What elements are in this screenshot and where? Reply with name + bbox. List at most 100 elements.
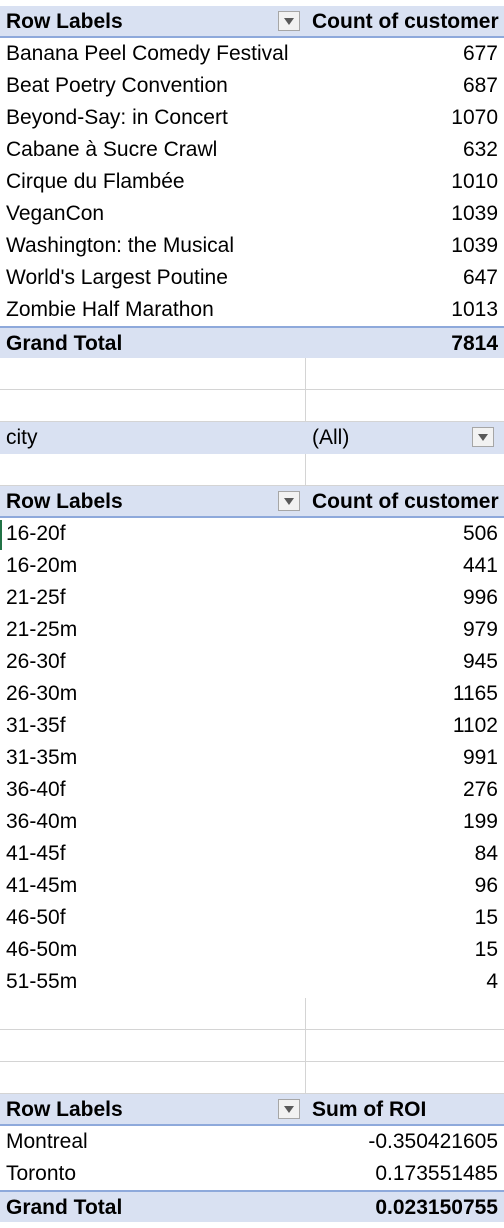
table-row[interactable]: 16-20m 441 bbox=[0, 550, 504, 582]
city-filter-dropdown-icon[interactable] bbox=[472, 427, 494, 447]
row-value-cell[interactable]: 632 bbox=[306, 134, 504, 166]
row-label-cell[interactable]: 46-50m bbox=[0, 934, 306, 966]
empty-cell[interactable] bbox=[306, 358, 504, 390]
table-row[interactable]: VeganCon 1039 bbox=[0, 198, 504, 230]
table-row[interactable]: 46-50m 15 bbox=[0, 934, 504, 966]
row-label-cell[interactable]: 21-25f bbox=[0, 582, 306, 614]
row-label-cell[interactable]: Beat Poetry Convention bbox=[0, 70, 306, 102]
row-label-cell[interactable]: 26-30m bbox=[0, 678, 306, 710]
table-row[interactable]: Banana Peel Comedy Festival 677 bbox=[0, 38, 504, 70]
row-value-cell[interactable]: 991 bbox=[306, 742, 504, 774]
row-label-cell[interactable]: 31-35m bbox=[0, 742, 306, 774]
row-value-cell[interactable]: 84 bbox=[306, 838, 504, 870]
pivot1-row-labels-header[interactable]: Row Labels bbox=[0, 6, 306, 38]
empty-cell[interactable] bbox=[0, 1062, 306, 1094]
empty-cell[interactable] bbox=[306, 998, 504, 1030]
row-value-cell[interactable]: 0.173551485 bbox=[306, 1158, 504, 1190]
empty-cell[interactable] bbox=[0, 1030, 306, 1062]
row-label-cell[interactable]: Montreal bbox=[0, 1126, 306, 1158]
empty-row[interactable] bbox=[0, 390, 504, 422]
row-value-cell[interactable]: 15 bbox=[306, 934, 504, 966]
table-row[interactable]: Cabane à Sucre Crawl 632 bbox=[0, 134, 504, 166]
row-value-cell[interactable]: 677 bbox=[306, 38, 504, 70]
table-row[interactable]: Beyond-Say: in Concert 1070 bbox=[0, 102, 504, 134]
row-label-cell[interactable]: Washington: the Musical bbox=[0, 230, 306, 262]
pivot3-value-header[interactable]: Sum of ROI bbox=[306, 1094, 504, 1126]
row-value-cell[interactable]: 441 bbox=[306, 550, 504, 582]
pivot1-filter-dropdown-icon[interactable] bbox=[278, 11, 300, 31]
row-value-cell[interactable]: 1039 bbox=[306, 230, 504, 262]
pivot2-filter-dropdown-icon[interactable] bbox=[278, 491, 300, 511]
empty-row[interactable] bbox=[0, 454, 504, 486]
table-row[interactable]: Cirque du Flambée 1010 bbox=[0, 166, 504, 198]
row-value-cell[interactable]: 96 bbox=[306, 870, 504, 902]
row-value-cell[interactable]: 1039 bbox=[306, 198, 504, 230]
empty-row[interactable] bbox=[0, 998, 504, 1030]
row-label-cell[interactable]: 36-40f bbox=[0, 774, 306, 806]
empty-cell[interactable] bbox=[0, 998, 306, 1030]
row-label-cell[interactable]: 41-45f bbox=[0, 838, 306, 870]
empty-cell[interactable] bbox=[0, 454, 306, 486]
empty-row[interactable] bbox=[0, 1062, 504, 1094]
table-row[interactable]: 36-40m 199 bbox=[0, 806, 504, 838]
row-label-cell[interactable]: 16-20m bbox=[0, 550, 306, 582]
row-value-cell[interactable]: 1070 bbox=[306, 102, 504, 134]
row-label-cell[interactable]: Cabane à Sucre Crawl bbox=[0, 134, 306, 166]
row-label-cell[interactable]: 16-20f bbox=[0, 518, 306, 550]
table-row[interactable]: 16-20f 506 bbox=[0, 518, 504, 550]
row-value-cell[interactable]: 506 bbox=[306, 518, 504, 550]
pivot2-row-labels-header[interactable]: Row Labels bbox=[0, 486, 306, 518]
row-label-cell[interactable]: World's Largest Poutine bbox=[0, 262, 306, 294]
row-value-cell[interactable]: 687 bbox=[306, 70, 504, 102]
row-label-cell[interactable]: 36-40m bbox=[0, 806, 306, 838]
table-row[interactable]: 31-35f 1102 bbox=[0, 710, 504, 742]
row-value-cell[interactable]: 1013 bbox=[306, 294, 504, 326]
pivot1-value-header[interactable]: Count of customer bbox=[306, 6, 504, 38]
row-value-cell[interactable]: 199 bbox=[306, 806, 504, 838]
table-row[interactable]: Toronto 0.173551485 bbox=[0, 1158, 504, 1190]
row-label-cell[interactable]: 41-45m bbox=[0, 870, 306, 902]
empty-row[interactable] bbox=[0, 358, 504, 390]
row-value-cell[interactable]: 276 bbox=[306, 774, 504, 806]
empty-cell[interactable] bbox=[306, 454, 504, 486]
empty-cell[interactable] bbox=[306, 1062, 504, 1094]
row-label-cell[interactable]: 31-35f bbox=[0, 710, 306, 742]
table-row[interactable]: 31-35m 991 bbox=[0, 742, 504, 774]
empty-cell[interactable] bbox=[306, 1030, 504, 1062]
row-value-cell[interactable]: 1165 bbox=[306, 678, 504, 710]
row-value-cell[interactable]: 979 bbox=[306, 614, 504, 646]
row-value-cell[interactable]: -0.350421605 bbox=[306, 1126, 504, 1158]
row-label-cell[interactable]: Banana Peel Comedy Festival bbox=[0, 38, 306, 70]
row-value-cell[interactable]: 1102 bbox=[306, 710, 504, 742]
pivot2-value-header[interactable]: Count of customer bbox=[306, 486, 504, 518]
row-label-cell[interactable]: 21-25m bbox=[0, 614, 306, 646]
table-row[interactable]: Zombie Half Marathon 1013 bbox=[0, 294, 504, 326]
empty-cell[interactable] bbox=[0, 390, 306, 422]
row-label-cell[interactable]: Zombie Half Marathon bbox=[0, 294, 306, 326]
empty-row[interactable] bbox=[0, 1030, 504, 1062]
table-row[interactable]: 46-50f 15 bbox=[0, 902, 504, 934]
row-value-cell[interactable]: 4 bbox=[306, 966, 504, 998]
table-row[interactable]: 41-45m 96 bbox=[0, 870, 504, 902]
table-row[interactable]: Beat Poetry Convention 687 bbox=[0, 70, 504, 102]
row-value-cell[interactable]: 945 bbox=[306, 646, 504, 678]
pivot3-grand-total-row[interactable]: Grand Total 0.023150755 bbox=[0, 1190, 504, 1222]
row-value-cell[interactable]: 1010 bbox=[306, 166, 504, 198]
table-row[interactable]: 21-25m 979 bbox=[0, 614, 504, 646]
table-row[interactable]: 26-30m 1165 bbox=[0, 678, 504, 710]
table-row[interactable]: 51-55m 4 bbox=[0, 966, 504, 998]
row-label-cell[interactable]: Beyond-Say: in Concert bbox=[0, 102, 306, 134]
table-row[interactable]: 21-25f 996 bbox=[0, 582, 504, 614]
row-value-cell[interactable]: 15 bbox=[306, 902, 504, 934]
pivot3-filter-dropdown-icon[interactable] bbox=[278, 1099, 300, 1119]
row-value-cell[interactable]: 647 bbox=[306, 262, 504, 294]
pivot1-grand-total-row[interactable]: Grand Total 7814 bbox=[0, 326, 504, 358]
table-row[interactable]: Washington: the Musical 1039 bbox=[0, 230, 504, 262]
table-row[interactable]: Montreal -0.350421605 bbox=[0, 1126, 504, 1158]
empty-cell[interactable] bbox=[0, 358, 306, 390]
table-row[interactable]: 36-40f 276 bbox=[0, 774, 504, 806]
table-row[interactable]: World's Largest Poutine 647 bbox=[0, 262, 504, 294]
row-value-cell[interactable]: 996 bbox=[306, 582, 504, 614]
row-label-cell[interactable]: VeganCon bbox=[0, 198, 306, 230]
row-label-cell[interactable]: Toronto bbox=[0, 1158, 306, 1190]
